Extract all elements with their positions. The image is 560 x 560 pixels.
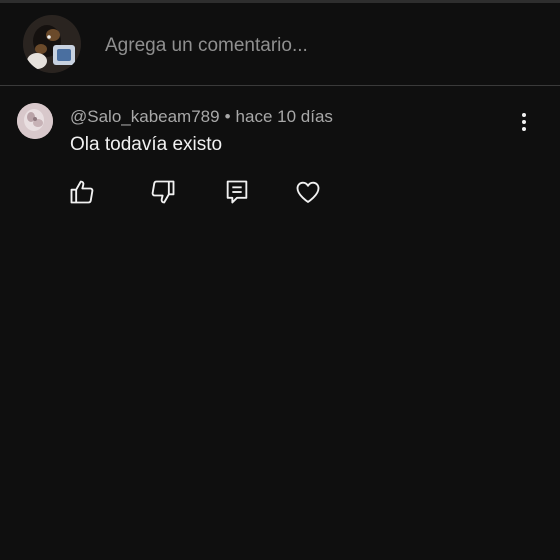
dog-photo-icon [23,15,81,73]
comment-meta: @Salo_kabeam789 • hace 10 días [70,107,333,127]
dislike-button[interactable] [149,178,177,206]
heart-icon [296,181,320,203]
comment-input[interactable] [105,33,505,59]
reply-icon [226,180,248,204]
heart-button[interactable] [294,178,322,206]
meta-separator: • [224,107,231,126]
current-user-avatar[interactable] [23,15,81,73]
like-button[interactable] [68,178,96,206]
comment-author-avatar[interactable] [17,103,53,139]
more-vertical-icon [522,113,526,131]
comment-author[interactable]: @Salo_kabeam789 [70,107,220,126]
comment-timestamp[interactable]: hace 10 días [236,107,333,126]
more-options-button[interactable] [512,110,536,134]
thumbs-down-icon [151,180,175,204]
comment-item: @Salo_kabeam789 • hace 10 días Ola todavía… [0,86,560,216]
comment-text: Ola todavía existo [70,134,223,155]
reply-button[interactable] [223,178,251,206]
thumbs-up-icon [70,180,94,204]
add-comment-row [0,3,560,85]
pale-photo-icon [17,103,53,139]
